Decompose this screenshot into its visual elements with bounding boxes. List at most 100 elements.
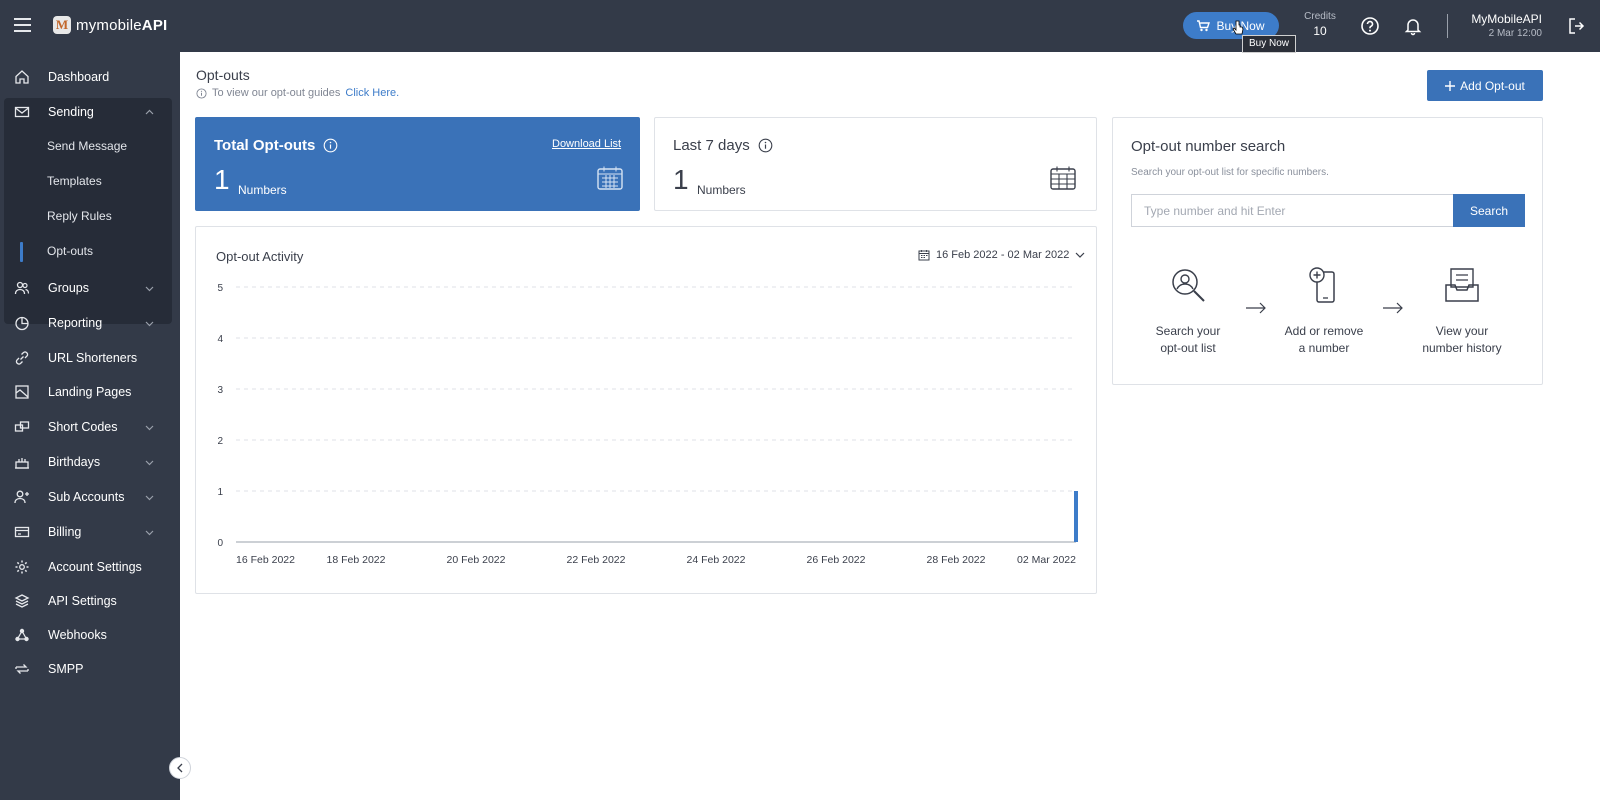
step-line: Search your (1155, 324, 1221, 338)
credits-label: Credits (1304, 11, 1336, 22)
step-line: Add or remove (1284, 324, 1364, 338)
user-info[interactable]: MyMobileAPI 2 Mar 12:00 (1460, 12, 1542, 39)
envelope-icon (14, 106, 30, 118)
y-tick-label: 4 (217, 334, 223, 345)
sidebar-item-label: Sending (48, 105, 94, 119)
home-icon (15, 70, 29, 84)
sidebar-sub-send-message[interactable]: Send Message (0, 132, 180, 160)
gear-icon (15, 560, 29, 574)
sidebar-item-label: API Settings (48, 594, 117, 608)
sidebar-sub-label: Reply Rules (47, 209, 112, 223)
download-list-link[interactable]: Download List (552, 138, 621, 150)
guide-text: To view our opt-out guides (212, 87, 341, 99)
sidebar-item-label: Reporting (48, 316, 103, 330)
page-title: Opt-outs (196, 67, 250, 83)
sidebar-item-label: Dashboard (48, 70, 110, 84)
total-opt-outs-card: Total Opt-outs Download List 1 Numbers (195, 117, 640, 211)
sidebar-item-landing-pages[interactable]: Landing Pages (0, 377, 180, 407)
sidebar-item-sending[interactable]: Sending (0, 97, 180, 127)
search-button[interactable]: Search (1453, 194, 1525, 227)
user-time: 2 Mar 12:00 (1488, 28, 1542, 39)
sidebar-item-api-settings[interactable]: API Settings (0, 586, 180, 616)
search-title: Opt-out number search (1131, 138, 1286, 155)
credits[interactable]: Credits 10 (1303, 11, 1337, 38)
sidebar-item-birthdays[interactable]: Birthdays (0, 447, 180, 477)
logout-icon[interactable] (1566, 16, 1586, 36)
sidebar-item-reporting[interactable]: Reporting (0, 308, 180, 338)
y-tick-label: 1 (217, 487, 223, 498)
bell-icon[interactable] (1403, 16, 1423, 36)
x-tick-label: 02 Mar 2022 (1017, 554, 1076, 566)
last-7-days-card: Last 7 days 1 Numbers (654, 117, 1097, 211)
y-tick-label: 0 (217, 538, 223, 549)
chevron-down-icon (145, 530, 154, 536)
sidebar-sub-reply-rules[interactable]: Reply Rules (0, 202, 180, 230)
arrow-right-icon (1383, 302, 1403, 314)
step-line: View your (1435, 324, 1489, 338)
x-tick-label: 18 Feb 2022 (327, 554, 386, 566)
active-indicator (20, 242, 23, 262)
sidebar-item-dashboard[interactable]: Dashboard (0, 62, 180, 92)
x-tick-label: 28 Feb 2022 (927, 554, 986, 566)
sidebar-item-webhooks[interactable]: Webhooks (0, 620, 180, 650)
menu-icon[interactable] (14, 18, 31, 32)
layers-icon (14, 594, 30, 608)
sidebar-sub-opt-outs[interactable]: Opt-outs (0, 237, 180, 265)
cake-icon (15, 458, 29, 469)
search-input[interactable] (1131, 194, 1453, 227)
user-name: MyMobileAPI (1471, 12, 1542, 26)
x-tick-label: 24 Feb 2022 (687, 554, 746, 566)
guide-link[interactable]: Click Here. (345, 87, 399, 99)
bar (1074, 491, 1078, 542)
calendar-icon (597, 166, 623, 190)
chevron-down-icon (145, 425, 154, 431)
collapse-sidebar-button[interactable] (169, 757, 191, 779)
sidebar-item-url-shorteners[interactable]: URL Shorteners (0, 343, 180, 373)
step-add-remove: Add or remove a number (1279, 266, 1369, 357)
sidebar-item-label: Sub Accounts (48, 490, 125, 504)
chevron-down-icon (145, 286, 154, 292)
sidebar-item-label: Birthdays (48, 455, 101, 469)
logo[interactable]: M mymobileAPI (53, 16, 167, 34)
sidebar-item-account-settings[interactable]: Account Settings (0, 552, 180, 582)
y-tick-label: 5 (217, 283, 223, 294)
info-icon[interactable] (323, 138, 338, 153)
sidebar-sub-templates[interactable]: Templates (0, 167, 180, 195)
step-line: a number (1298, 341, 1350, 355)
sidebar-item-short-codes[interactable]: Short Codes (0, 412, 180, 442)
mouse-cursor-icon (1232, 20, 1244, 35)
step-search: Search your opt-out list (1143, 266, 1233, 357)
total-opt-outs-title: Total Opt-outs (214, 137, 338, 154)
calendar-icon (1050, 166, 1076, 190)
info-icon[interactable] (758, 138, 773, 153)
sidebar-item-label: URL Shorteners (48, 351, 138, 365)
last-7-days-title: Last 7 days (673, 137, 773, 154)
sidebar-item-label: Billing (48, 525, 82, 539)
main-content: Opt-outs To view our opt-out guides Clic… (180, 52, 1600, 800)
help-icon[interactable] (1360, 16, 1380, 36)
credits-value: 10 (1313, 24, 1327, 38)
guide-note: To view our opt-out guides Click Here. (196, 87, 399, 99)
opt-out-activity-card: Opt-out Activity 16 Feb 2022 - 02 Mar 20… (195, 226, 1097, 594)
add-opt-out-button[interactable]: Add Opt-out (1427, 70, 1543, 101)
step-line: opt-out list (1160, 341, 1216, 355)
sidebar-item-label: Short Codes (48, 420, 118, 434)
sidebar-item-smpp[interactable]: SMPP (0, 654, 180, 684)
y-tick-label: 2 (217, 436, 223, 447)
link-icon (15, 351, 29, 365)
top-bar: M mymobileAPI Buy Now Credits 10 MyMobil… (0, 0, 1600, 52)
sidebar-sub-label: Templates (47, 174, 102, 188)
opt-out-activity-chart: 0 1 2 3 4 5 16 Feb 2022 18 Feb 2022 20 Feb 2022 2… (217, 283, 1078, 566)
sidebar: Dashboard Sending Send Message Templates… (0, 52, 180, 800)
x-tick-label: 26 Feb 2022 (807, 554, 866, 566)
sidebar-item-sub-accounts[interactable]: Sub Accounts (0, 482, 180, 512)
buy-now-tooltip: Buy Now (1242, 35, 1297, 53)
sidebar-item-billing[interactable]: Billing (0, 517, 180, 547)
webhook-icon (15, 628, 29, 642)
sidebar-item-label: Webhooks (48, 628, 107, 642)
landing-page-icon (15, 385, 29, 399)
sidebar-item-label: Account Settings (48, 560, 142, 574)
step-label: View your number history (1417, 323, 1507, 357)
mobile-add-icon (1309, 267, 1335, 303)
sidebar-item-groups[interactable]: Groups (0, 273, 180, 303)
